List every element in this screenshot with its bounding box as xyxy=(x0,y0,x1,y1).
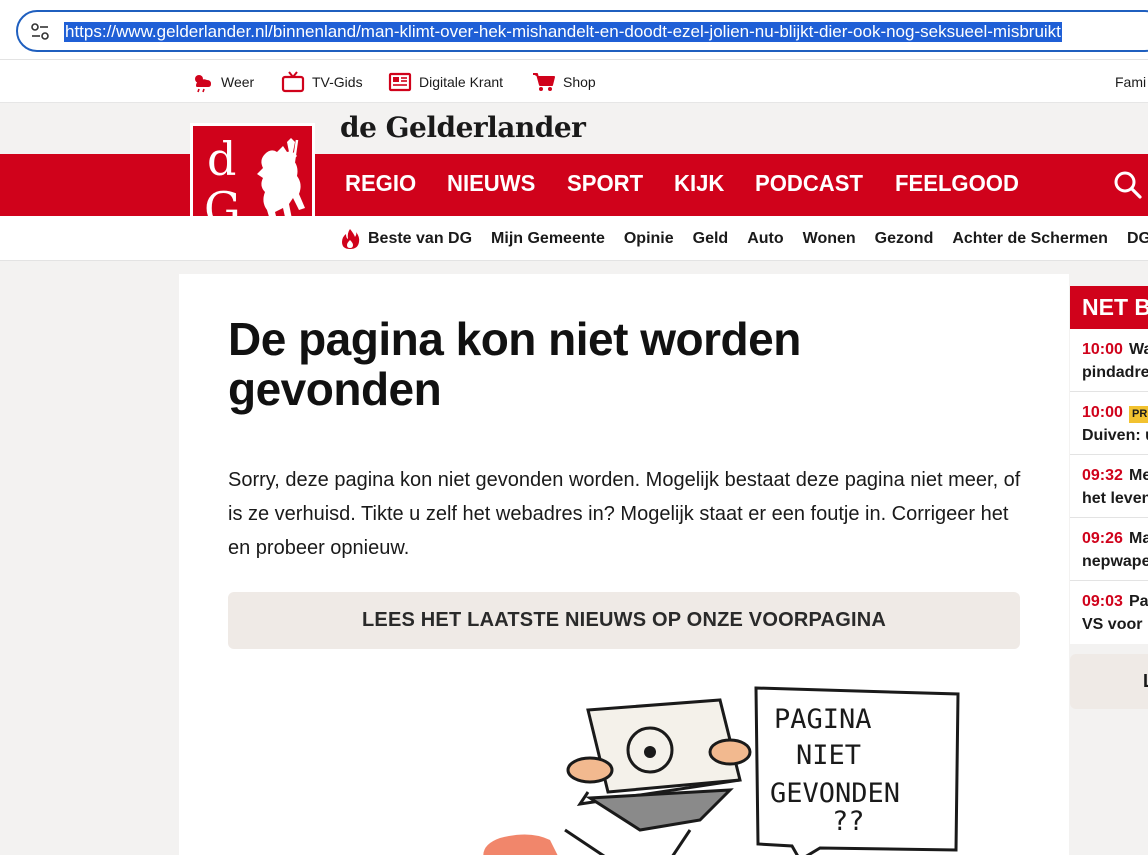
nav-feelgood[interactable]: FEELGOOD xyxy=(895,170,1019,197)
subnav-achter-de-schermen[interactable]: Achter de Schermen xyxy=(952,230,1108,248)
news-item[interactable]: 10:00 Wa pindadre xyxy=(1070,329,1148,392)
news-subline: nepwape xyxy=(1082,553,1148,570)
familie-label: Fami xyxy=(1115,74,1147,90)
page-title: De pagina kon niet worden gevonden xyxy=(228,313,801,415)
page: https://www.gelderlander.nl/binnenland/m… xyxy=(0,0,1148,855)
more-news-label: L xyxy=(1143,671,1148,692)
brand-name[interactable]: de Gelderlander xyxy=(340,111,586,144)
digitale-krant-link[interactable]: Digitale Krant xyxy=(388,70,503,94)
news-subline: pindadre xyxy=(1082,364,1148,381)
nav-kijk[interactable]: KIJK xyxy=(674,170,724,197)
flame-icon xyxy=(342,229,360,249)
tvgids-label: TV-Gids xyxy=(312,74,363,90)
news-subline: Duiven: u xyxy=(1082,427,1148,444)
bubble-line-3: GEVONDEN xyxy=(770,778,900,809)
news-headline: Me xyxy=(1129,467,1148,484)
digitale-krant-label: Digitale Krant xyxy=(419,74,504,90)
news-item[interactable]: 09:26 Ma nepwape xyxy=(1070,518,1148,581)
news-time: 10:00 xyxy=(1082,341,1123,358)
nav-nieuws[interactable]: NIEUWS xyxy=(447,170,535,197)
shop-label: Shop xyxy=(563,74,596,90)
bubble-line-2: NIET xyxy=(796,740,861,771)
frontpage-button[interactable]: LEES HET LAATSTE NIEUWS OP ONZE VOORPAGI… xyxy=(228,592,1020,649)
browser-toolbar: https://www.gelderlander.nl/binnenland/m… xyxy=(0,0,1148,60)
premium-badge: PR xyxy=(1129,406,1148,423)
subnav-dg[interactable]: DG xyxy=(1127,230,1148,248)
news-headline: Pa xyxy=(1129,593,1148,610)
news-time: 09:26 xyxy=(1082,530,1123,547)
news-time: 09:03 xyxy=(1082,593,1123,610)
weather-icon xyxy=(195,75,211,93)
news-item[interactable]: 09:32 Me het leven xyxy=(1070,455,1148,518)
address-bar[interactable]: https://www.gelderlander.nl/binnenland/m… xyxy=(16,10,1148,52)
news-time: 10:00 xyxy=(1082,404,1123,421)
logo-letter-d: d xyxy=(207,132,237,186)
utility-bar: Weer TV-Gids Digitale Krant Shop Fami xyxy=(0,60,1148,103)
bubble-line-4: ?? xyxy=(832,806,865,837)
more-news-button[interactable]: L xyxy=(1070,654,1148,709)
weer-link[interactable]: Weer xyxy=(190,70,254,94)
net-binnen-title: NET B xyxy=(1082,294,1148,320)
news-item[interactable]: 10:00 PR Duiven: u xyxy=(1070,392,1148,455)
error-message: Sorry, deze pagina kon niet gevonden wor… xyxy=(228,469,1021,559)
weer-label: Weer xyxy=(221,74,255,90)
site-info-icon[interactable] xyxy=(30,22,50,42)
newspaper-icon xyxy=(388,72,412,92)
news-headline: Ma xyxy=(1129,530,1148,547)
not-found-illustration: PAGINA NIET GEVONDEN ?? xyxy=(483,686,960,855)
subnav-wonen[interactable]: Wonen xyxy=(803,230,856,248)
shop-link[interactable]: Shop xyxy=(532,70,596,94)
bubble-line-1: PAGINA xyxy=(774,704,872,735)
subnav-beste-van-dg[interactable]: Beste van DG xyxy=(368,230,472,248)
nav-sport[interactable]: SPORT xyxy=(567,170,643,197)
news-headline: Wa xyxy=(1129,341,1148,358)
subnav-opinie[interactable]: Opinie xyxy=(624,230,674,248)
search-icon[interactable] xyxy=(1113,170,1143,200)
nav-podcast[interactable]: PODCAST xyxy=(755,170,863,197)
cart-icon xyxy=(533,73,555,91)
subnav-mijn-gemeente[interactable]: Mijn Gemeente xyxy=(491,230,605,248)
subnav-gezond[interactable]: Gezond xyxy=(875,230,934,248)
sub-nav: Beste van DG Mijn Gemeente Opinie Geld A… xyxy=(340,228,1148,250)
tv-icon xyxy=(281,71,305,93)
subnav-geld[interactable]: Geld xyxy=(693,230,729,248)
nav-regio[interactable]: REGIO xyxy=(345,170,416,197)
url-text[interactable]: https://www.gelderlander.nl/binnenland/m… xyxy=(64,22,1062,42)
tvgids-link[interactable]: TV-Gids xyxy=(281,70,363,94)
subnav-auto[interactable]: Auto xyxy=(747,230,783,248)
news-time: 09:32 xyxy=(1082,467,1123,484)
news-subline: het leven xyxy=(1082,490,1148,507)
news-item[interactable]: 09:03 Pa VS voor l xyxy=(1070,581,1148,644)
familie-link[interactable]: Fami xyxy=(1115,70,1146,94)
news-subline: VS voor l xyxy=(1082,616,1148,633)
main-nav: REGIO NIEUWS SPORT KIJK PODCAST FEELGOOD xyxy=(345,170,1052,197)
